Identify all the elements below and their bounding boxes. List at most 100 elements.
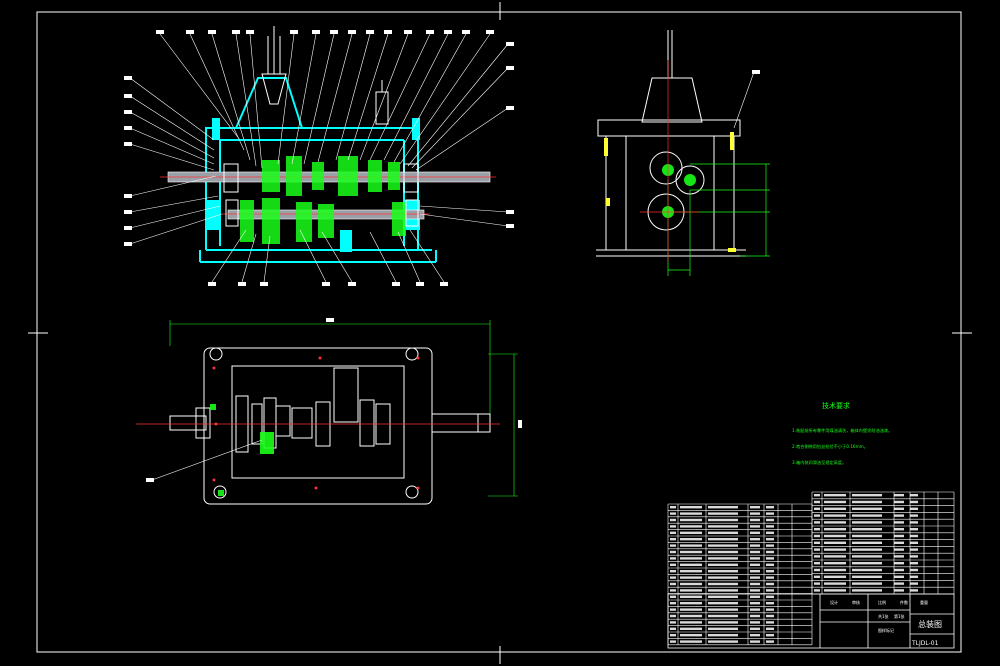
bom-cell-text-mark bbox=[680, 525, 702, 528]
bom-cell-text-mark bbox=[750, 512, 760, 515]
bom-cell-text-mark bbox=[766, 614, 774, 618]
bom-cell-text-mark bbox=[766, 531, 774, 534]
bom-cell-text-mark bbox=[670, 595, 676, 598]
bom-cell-text-mark bbox=[894, 494, 904, 497]
bom-cell-text-mark bbox=[670, 570, 676, 573]
bom-cell-text-mark bbox=[750, 570, 760, 573]
bom-cell-text-mark bbox=[680, 627, 702, 630]
bom-cell-text-mark bbox=[814, 548, 820, 551]
bom-cell-text-mark bbox=[750, 640, 760, 643]
bom-cell-text-mark bbox=[670, 550, 676, 554]
bom-cell-text-mark bbox=[750, 518, 760, 522]
bom-cell-text-mark bbox=[894, 541, 904, 544]
bom-cell-text-mark bbox=[852, 500, 882, 504]
bom-cell-text-mark bbox=[766, 589, 774, 592]
bom-cell-text-mark bbox=[824, 507, 846, 510]
bom-cell-text-mark bbox=[750, 506, 760, 509]
bom-cell-text-mark bbox=[708, 589, 738, 592]
bom-cell-text-mark bbox=[824, 548, 846, 551]
bom-cell-text-mark bbox=[708, 582, 738, 586]
bom-cell-text-mark bbox=[910, 541, 918, 544]
cad-drawing-canvas: 技术要求 1.装配前所有零件用煤油清洗，箱体内壁涂耐油油漆。 2.啮合侧隙用铅丝… bbox=[28, 2, 972, 664]
bom-cell-text-mark bbox=[766, 506, 774, 509]
bom-cell-text-mark bbox=[852, 528, 882, 531]
bom-cell-text-mark bbox=[894, 500, 904, 504]
bom-cell-text-mark bbox=[708, 531, 738, 534]
bom-cell-text-mark bbox=[766, 550, 774, 554]
bom-cell-text-mark bbox=[824, 534, 846, 538]
bom-cell-text-mark bbox=[852, 555, 882, 558]
bom-cell-text-mark bbox=[680, 634, 702, 637]
bom-cell-text-mark bbox=[852, 562, 882, 565]
title-block-drawing-no: TLJDL-01 bbox=[911, 640, 939, 647]
bom-cell-text-mark bbox=[670, 627, 676, 630]
bom-cell-text-mark bbox=[680, 538, 702, 541]
bom-cell-text-mark bbox=[750, 538, 760, 541]
drawing-frame bbox=[28, 2, 972, 664]
bom-cell-text-mark bbox=[750, 627, 760, 630]
bom-cell-text-mark bbox=[680, 595, 702, 598]
bom-cell-text-mark bbox=[708, 640, 738, 643]
bom-cell-text-mark bbox=[910, 521, 918, 524]
bom-cell-text-mark bbox=[708, 538, 738, 541]
bom-cell-text-mark bbox=[766, 557, 774, 560]
bom-cell-text-mark bbox=[708, 518, 738, 522]
bom-cell-text-mark bbox=[766, 518, 774, 522]
bom-cell-text-mark bbox=[894, 521, 904, 524]
title-block-label-2: 审核 bbox=[852, 599, 860, 605]
bom-cell-text-mark bbox=[894, 568, 904, 572]
bom-cell-text-mark bbox=[680, 531, 702, 534]
bom-cell-text-mark bbox=[852, 548, 882, 551]
bom-cell-text-mark bbox=[766, 582, 774, 586]
bom-cell-text-mark bbox=[814, 528, 820, 531]
bom-cell-text-mark bbox=[824, 589, 846, 592]
bom-cell-text-mark bbox=[894, 548, 904, 551]
bom-cell-text-mark bbox=[824, 568, 846, 572]
bom-cell-text-mark bbox=[814, 555, 820, 558]
bom-cell-text-mark bbox=[824, 500, 846, 504]
bom-cell-text-mark bbox=[852, 514, 882, 517]
bom-cell-text-mark bbox=[708, 621, 738, 624]
bom-cell-text-mark bbox=[766, 544, 774, 547]
title-block-name: 总装图 bbox=[918, 619, 942, 629]
technical-requirements: 技术要求 1.装配前所有零件用煤油清洗，箱体内壁涂耐油油漆。 2.啮合侧隙用铅丝… bbox=[792, 401, 892, 466]
title-block-label-3: 比例 bbox=[878, 599, 886, 605]
bom-cell-text-mark bbox=[766, 538, 774, 541]
bom-cell-text-mark bbox=[670, 512, 676, 515]
bom-cell-text-mark bbox=[670, 563, 676, 566]
tech-req-item-2: 2.啮合侧隙用铅丝检验不小于0.16mm。 bbox=[792, 443, 868, 450]
bom-cell-text-mark bbox=[894, 534, 904, 538]
bom-cell-text-mark bbox=[680, 550, 702, 554]
bom-cell-text-mark bbox=[852, 589, 882, 592]
bom-cell-text-mark bbox=[670, 506, 676, 509]
bom-cell-text-mark bbox=[814, 575, 820, 578]
bom-cell-text-mark bbox=[766, 621, 774, 624]
tech-req-title: 技术要求 bbox=[822, 401, 850, 410]
bom-cell-text-mark bbox=[894, 528, 904, 531]
bom-cell-text-mark bbox=[814, 521, 820, 524]
bom-cell-text-mark bbox=[750, 608, 760, 611]
title-block-label-1: 设计 bbox=[830, 599, 838, 605]
bom-cell-text-mark bbox=[750, 621, 760, 624]
bom-cell-text-mark bbox=[708, 550, 738, 554]
bom-cell-text-mark bbox=[750, 634, 760, 637]
bom-cell-text-mark bbox=[894, 575, 904, 578]
bom-cell-text-mark bbox=[814, 562, 820, 565]
bom-cell-text-mark bbox=[814, 494, 820, 497]
side-view bbox=[596, 30, 770, 276]
bom-cell-text-mark bbox=[852, 494, 882, 497]
bom-cell-text-mark bbox=[670, 518, 676, 522]
bom-cell-text-mark bbox=[670, 531, 676, 534]
bom-cell-text-mark bbox=[824, 575, 846, 578]
bom-cell-text-mark bbox=[766, 563, 774, 566]
bom-cell-text-mark bbox=[852, 534, 882, 538]
bom-cell-text-mark bbox=[670, 589, 676, 592]
title-block-label-6: 共1张 bbox=[878, 613, 889, 619]
bom-cell-text-mark bbox=[680, 570, 702, 573]
bom-cell-text-mark bbox=[750, 614, 760, 618]
bom-cell-text-mark bbox=[894, 514, 904, 517]
bom-cell-text-mark bbox=[750, 525, 760, 528]
bom-cell-text-mark bbox=[750, 589, 760, 592]
bom-cell-text-mark bbox=[824, 562, 846, 565]
bom-cell-text-mark bbox=[680, 506, 702, 509]
